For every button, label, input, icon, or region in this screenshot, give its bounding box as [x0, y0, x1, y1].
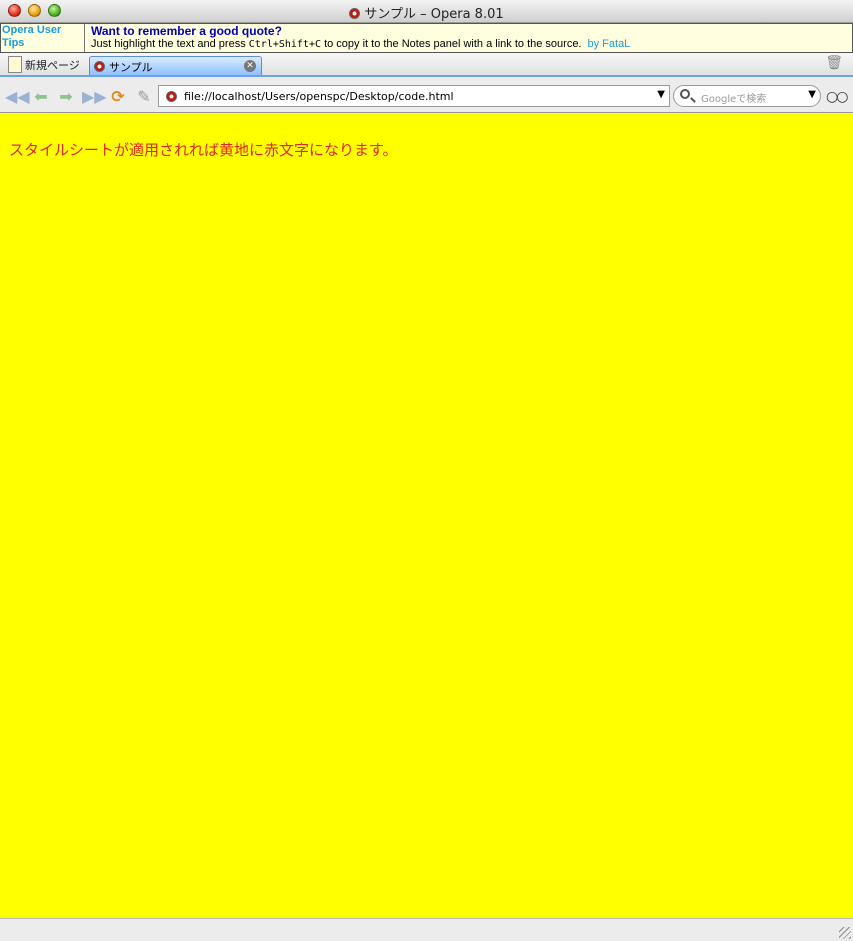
fast-forward-icon[interactable]: ▶▶ — [82, 87, 107, 107]
page-icon — [166, 91, 177, 102]
tab-sample[interactable]: サンプル ✕ — [89, 56, 262, 75]
search-field[interactable]: Googleで検索 ▼ — [673, 85, 821, 107]
opera-icon — [94, 61, 105, 72]
status-bar — [0, 918, 853, 941]
back-icon[interactable]: ⬅ — [31, 87, 51, 107]
address-text: file://localhost/Users/openspc/Desktop/c… — [184, 90, 454, 103]
search-icon — [680, 89, 690, 99]
tips-body: Just highlight the text and press Ctrl+S… — [91, 38, 631, 50]
glasses-icon[interactable]: ○○ — [826, 89, 848, 105]
rewind-icon[interactable]: ◀◀ — [5, 87, 30, 107]
opera-icon — [349, 8, 361, 19]
shortcut-keys: Ctrl+Shift+C — [248, 39, 322, 50]
new-page-button[interactable]: 新規ページ — [8, 56, 80, 73]
tips-heading: Want to remember a good quote? — [91, 24, 282, 38]
navigation-toolbar: ◀◀ ⬅ ➡ ▶▶ ⟳ ✎ file://localhost/Users/ope… — [0, 84, 853, 110]
resize-grip-icon[interactable] — [839, 927, 851, 939]
address-dropdown-icon[interactable]: ▼ — [657, 89, 665, 100]
new-page-icon — [8, 56, 22, 73]
forward-icon[interactable]: ➡ — [56, 87, 76, 107]
page-text: スタイルシートが適用されれば黄地に赤文字になります。 — [9, 141, 398, 159]
trash-icon[interactable]: 🗑 — [825, 55, 843, 71]
tab-bar: 新規ページ サンプル ✕ 🗑 — [0, 53, 853, 77]
search-engine-dropdown-icon[interactable]: ▼ — [808, 89, 816, 100]
title-bar: サンプル – Opera 8.01 — [0, 0, 853, 23]
search-placeholder: Googleで検索 — [701, 94, 767, 105]
user-tips-panel: Opera User Tips Want to remember a good … — [0, 23, 853, 53]
reload-icon[interactable]: ⟳ — [108, 87, 128, 107]
window-title: サンプル – Opera 8.01 — [0, 3, 853, 22]
tips-label: Opera User Tips — [1, 24, 85, 52]
page-content: スタイルシートが適用されれば黄地に赤文字になります。 — [0, 112, 853, 919]
author-link[interactable]: by FataL — [588, 38, 631, 50]
edit-icon[interactable]: ✎ — [134, 87, 154, 107]
address-field[interactable]: file://localhost/Users/openspc/Desktop/c… — [158, 85, 670, 107]
close-tab-icon[interactable]: ✕ — [244, 60, 256, 72]
